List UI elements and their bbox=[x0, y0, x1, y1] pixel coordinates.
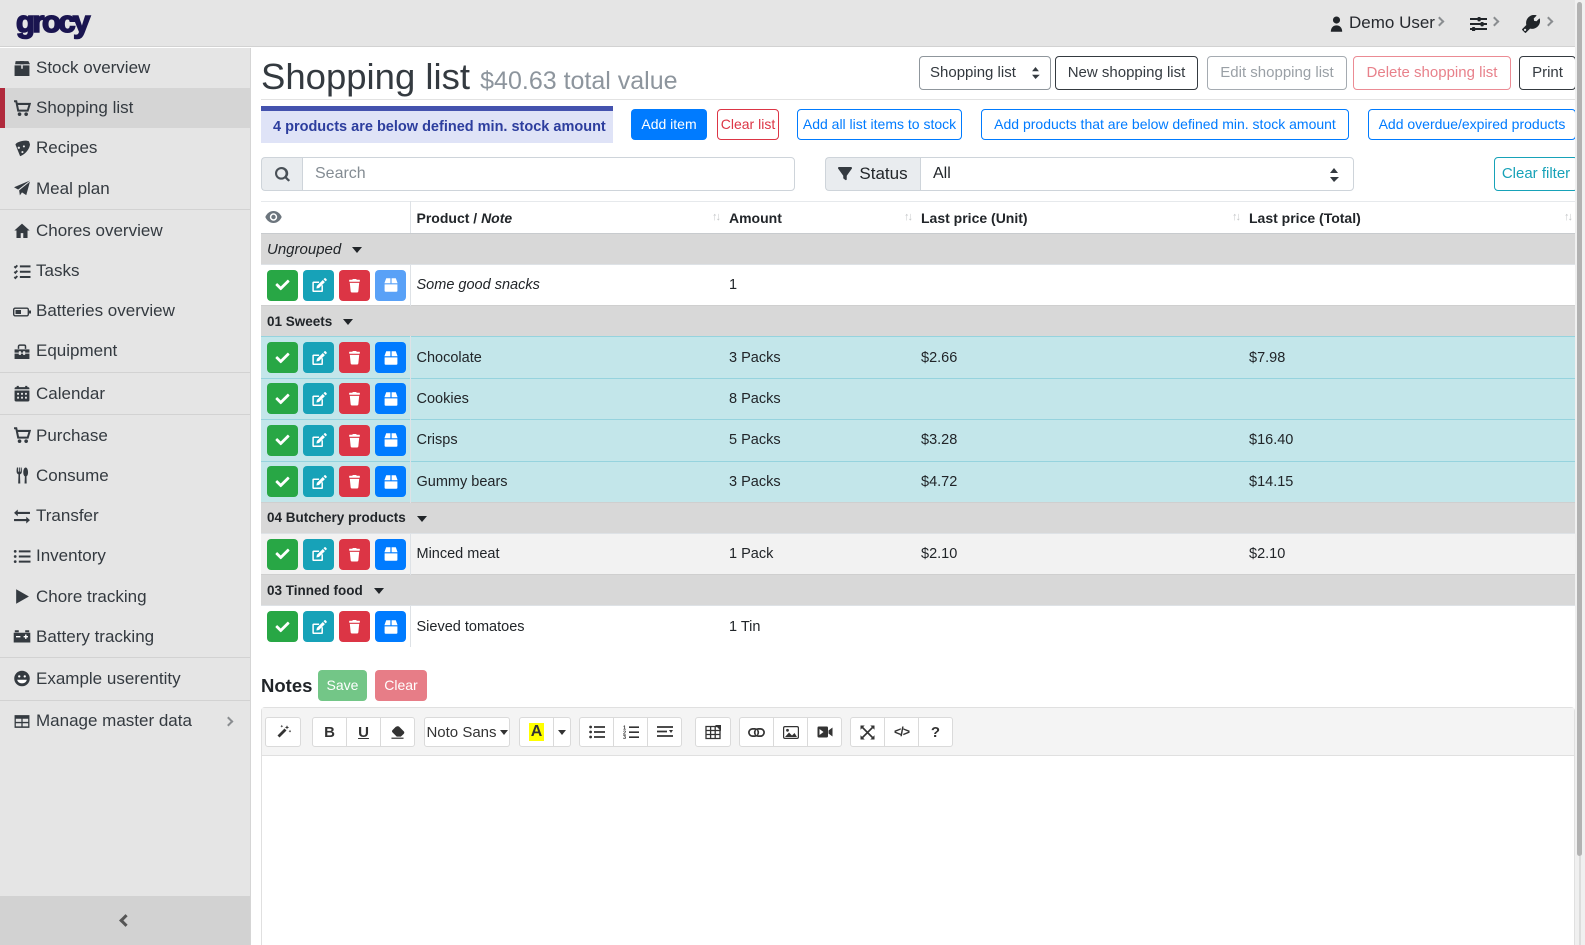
svg-text:3: 3 bbox=[623, 735, 626, 739]
